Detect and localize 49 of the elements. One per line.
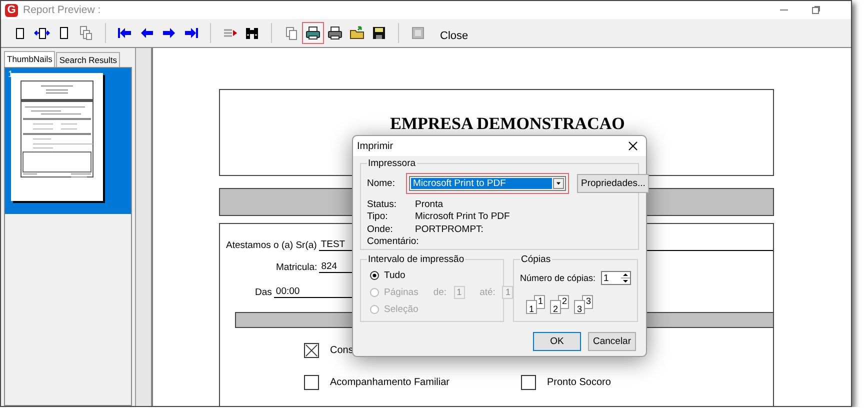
group-label: Cópias [520, 254, 552, 265]
group-label: Intervalo de impressão [367, 254, 466, 265]
info-value: PORTPROMPT: [415, 224, 484, 235]
spinner-arrows-icon[interactable] [620, 272, 630, 284]
field-label: Número de cópias: [520, 273, 596, 283]
pages-icon [283, 25, 299, 41]
info-label: Status: [367, 198, 398, 210]
binoculars-icon [244, 25, 260, 41]
from-label: de: [433, 287, 447, 298]
report-title: EMPRESA DEMONSTRACAO [390, 114, 625, 134]
close-icon[interactable] [628, 141, 638, 151]
info-value: Microsoft Print To PDF [415, 211, 510, 222]
ok-button[interactable]: OK [533, 332, 581, 351]
info-value: Pronta [415, 198, 443, 210]
group-label: Impressora [367, 158, 417, 169]
radio-button[interactable] [370, 271, 379, 280]
restore-icon[interactable] [811, 5, 821, 15]
field-label: Nome: [367, 178, 396, 189]
cancel-button[interactable]: Cancelar [588, 332, 636, 351]
app-logo: G [5, 4, 18, 16]
window-title: Report Preview : [23, 4, 102, 16]
info-label: Tipo: [367, 211, 389, 222]
printer-icon [327, 25, 343, 41]
to-label: até: [480, 287, 496, 298]
radio-label[interactable]: Tudo [384, 270, 406, 281]
checkbox-label: Pronto Socoro [547, 376, 611, 388]
checkbox-label: Acompanhamento Familiar [330, 376, 450, 388]
field-label: Das [255, 287, 272, 298]
arrow-right-icon [161, 25, 177, 41]
properties-button[interactable]: Propriedades... [577, 174, 650, 193]
sidebar-tab[interactable]: Search Results [56, 52, 120, 67]
page-arrows-icon [34, 25, 50, 41]
square-icon [410, 25, 426, 41]
print-setup-button[interactable] [302, 22, 324, 44]
info-label: Comentário: [367, 236, 419, 248]
dialog-title: Imprimir [357, 140, 394, 152]
folder-icon [349, 25, 365, 41]
arrow-bar-right-icon [183, 25, 199, 41]
copies-spinner[interactable]: 1 [600, 271, 631, 285]
save-icon [371, 25, 387, 41]
arrow-bar-left-icon [117, 25, 133, 41]
pages-icon [78, 25, 94, 41]
printer-icon [305, 25, 321, 41]
close-button[interactable]: Close [435, 25, 474, 47]
field-label: Atestamos o (a) Sr(a) [226, 240, 317, 251]
sidebar-tab[interactable]: ThumbNails [4, 51, 56, 67]
printer-dropdown[interactable]: Microsoft Print to PDF [409, 176, 566, 191]
field-label: Matricula: [276, 262, 318, 273]
info-label: Onde: [367, 224, 394, 235]
